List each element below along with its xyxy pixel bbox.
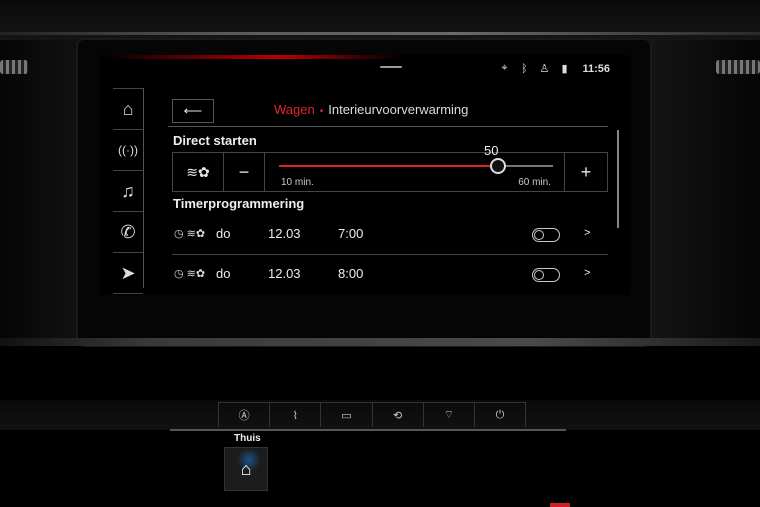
slider-min-label: 10 min. xyxy=(281,177,314,188)
timer-day: do xyxy=(216,226,231,241)
windscreen-off-button[interactable]: ⌔ xyxy=(422,403,474,427)
navigation-icon: ➤ xyxy=(120,262,136,283)
heater-fan-icon[interactable]: ≋✿ xyxy=(173,153,224,191)
auto-off-icon: Ⓐ xyxy=(238,410,250,422)
timer-toggle[interactable] xyxy=(532,268,560,282)
red-ambient-glow xyxy=(100,55,400,59)
seat-heat-button[interactable]: ⌇ xyxy=(269,403,320,427)
rear-defrost-button[interactable]: ▭ xyxy=(320,403,371,427)
scrollbar[interactable] xyxy=(617,130,619,228)
user-icon: ♙ xyxy=(539,63,550,75)
phone-icon: ✆ xyxy=(120,221,136,242)
header-divider xyxy=(168,126,608,127)
music-icon: ♫ xyxy=(121,180,135,201)
slider-max-label: 60 min. xyxy=(518,177,551,188)
recirculation-icon: ⟲ xyxy=(392,409,403,422)
direct-start-control: ≋✿ − 50 10 min. 60 min. + xyxy=(172,143,608,192)
rail-music[interactable]: ♫ xyxy=(113,171,143,212)
dashboard-right xyxy=(650,40,760,340)
slider-value: 50 xyxy=(484,143,499,158)
rail-phone[interactable]: ✆ xyxy=(113,212,143,253)
rail-divider xyxy=(143,88,144,288)
timer-time: 7:00 xyxy=(338,226,364,241)
climate-button-bar: Ⓐ ⌇ ▭ ⟲ ⌔ ⏻ xyxy=(218,402,527,427)
timer-section-title: Timerprogrammering xyxy=(173,196,305,211)
power-icon: ⏻ xyxy=(495,408,505,421)
bluetooth-icon: ᛒ xyxy=(521,62,528,75)
rail-home[interactable]: ⌂ xyxy=(113,88,143,130)
back-arrow-icon: ⟵ xyxy=(183,103,203,118)
decrease-button[interactable]: − xyxy=(224,153,265,191)
breadcrumb-parent[interactable]: Wagen xyxy=(274,102,315,117)
duration-slider[interactable] xyxy=(279,158,553,174)
nav-pin-icon: ⌖ xyxy=(501,62,508,74)
timer-clock-heat-icon: ◷ ≋✿ xyxy=(174,268,206,280)
timer-date: 12.03 xyxy=(268,226,301,241)
trim-line xyxy=(0,32,760,35)
clock: 11:56 xyxy=(582,62,610,75)
timer-toggle[interactable] xyxy=(532,228,560,242)
nav-rail: ⌂ ((·)) ♫ ✆ ➤ xyxy=(113,88,143,294)
power-button[interactable]: ⏻ xyxy=(473,403,527,427)
home-tile-label: Thuis xyxy=(234,433,261,444)
windscreen-off-icon: ⌔ xyxy=(443,409,454,421)
timer-date: 12.03 xyxy=(268,266,301,281)
home-tile[interactable]: ⌂ xyxy=(224,447,268,491)
back-button[interactable]: ⟵ xyxy=(172,99,214,123)
slider-thumb[interactable] xyxy=(490,158,506,174)
signal-icon: ▮ xyxy=(561,63,568,75)
rail-navigation[interactable]: ➤ xyxy=(113,253,143,294)
timer-row[interactable]: ◷ ≋✿ do 12.03 7:00 > xyxy=(172,214,608,255)
slider-fill xyxy=(279,165,498,167)
breadcrumb: Wagen • Interieurvoorverwarming xyxy=(274,102,468,117)
timer-row[interactable]: ◷ ≋✿ do 12.03 8:00 > xyxy=(172,254,608,294)
breadcrumb-current: Interieurvoorverwarming xyxy=(328,102,469,117)
radio-icon: ((·)) xyxy=(118,143,138,157)
rail-radio[interactable]: ((·)) xyxy=(113,130,143,171)
timer-day: do xyxy=(216,266,231,281)
status-bar: ⌖ ᛒ ♙ ▮ 11:56 xyxy=(498,62,610,75)
dashboard-left xyxy=(0,40,78,340)
auto-off-button[interactable]: Ⓐ xyxy=(218,403,269,427)
home-icon: ⌂ xyxy=(122,98,134,119)
lower-screen-edge xyxy=(170,429,566,431)
chevron-right-icon[interactable]: > xyxy=(584,267,590,279)
left-air-vent xyxy=(0,60,28,74)
seat-heat-icon: ⌇ xyxy=(292,409,298,422)
right-air-vent xyxy=(716,60,760,74)
bezel-trim xyxy=(0,338,760,346)
timer-time: 8:00 xyxy=(338,266,364,281)
recirculation-button[interactable]: ⟲ xyxy=(371,403,423,427)
breadcrumb-separator: • xyxy=(319,106,324,117)
home-icon: ⌂ xyxy=(240,458,252,479)
pull-down-handle[interactable] xyxy=(380,66,402,68)
timer-clock-heat-icon: ◷ ≋✿ xyxy=(174,228,206,240)
rear-defrost-icon: ▭ xyxy=(341,409,352,422)
red-indicator xyxy=(550,503,570,507)
chevron-right-icon[interactable]: > xyxy=(584,227,590,239)
direct-start-title: Direct starten xyxy=(173,133,257,148)
increase-button[interactable]: + xyxy=(564,153,607,191)
